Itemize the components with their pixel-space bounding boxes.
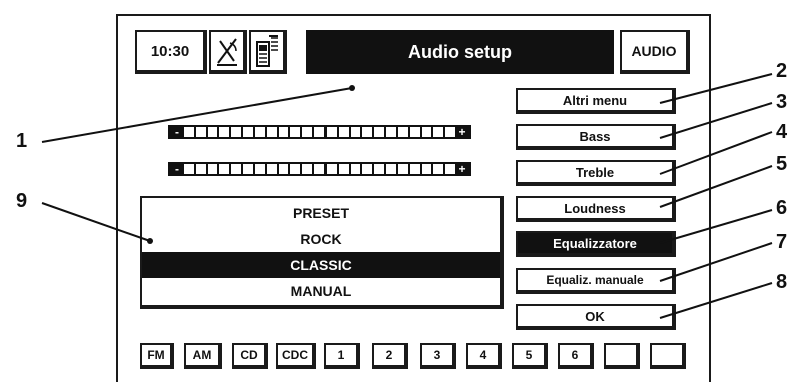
callout-leaders <box>41 73 773 319</box>
callout-label: 9 <box>16 190 28 212</box>
callout-label: 3 <box>776 91 788 113</box>
callout-label: 8 <box>776 271 788 293</box>
callout-label: 6 <box>776 197 788 219</box>
callout-label: 5 <box>776 153 788 175</box>
callout-label: 4 <box>776 121 788 143</box>
callout-label: 7 <box>776 231 788 253</box>
callout-label: 1 <box>16 130 28 152</box>
callout-label: 2 <box>776 60 788 82</box>
